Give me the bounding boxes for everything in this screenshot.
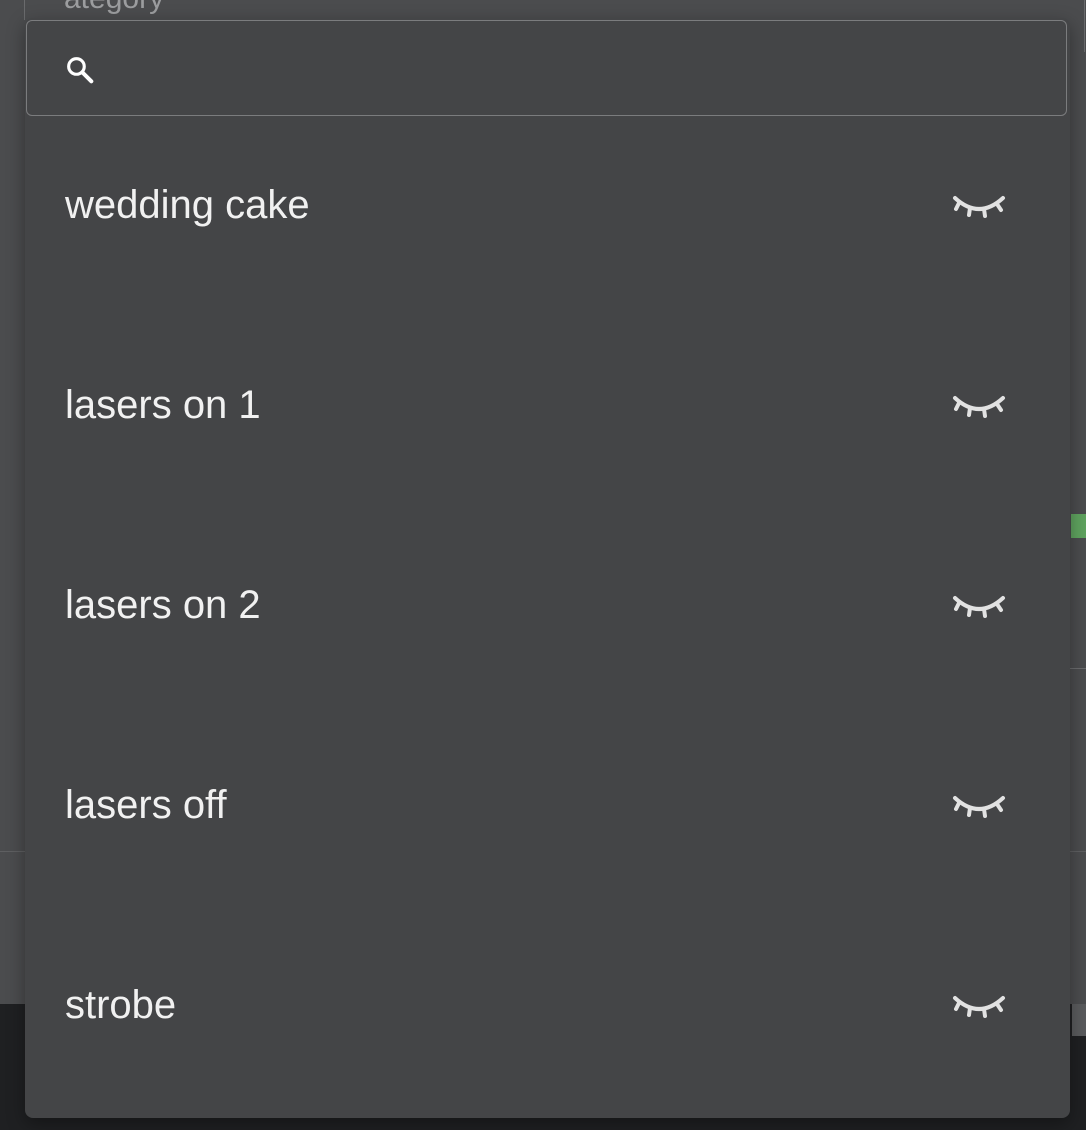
eye-closed-icon[interactable] — [951, 988, 1007, 1022]
list-item[interactable]: wedding cake — [25, 118, 1070, 318]
status-indicator — [1071, 514, 1086, 538]
item-label: strobe — [65, 983, 177, 1027]
item-label: lasers on 1 — [65, 383, 261, 427]
scrollbar[interactable] — [1072, 1004, 1086, 1036]
list-item[interactable]: strobe — [25, 918, 1070, 1118]
divider — [1084, 0, 1085, 52]
search-icon — [67, 57, 94, 84]
list-item[interactable]: lasers on 1 — [25, 318, 1070, 518]
item-label: wedding cake — [65, 183, 310, 227]
search-input[interactable] — [113, 41, 1037, 99]
eye-closed-icon[interactable] — [951, 388, 1007, 422]
search-field[interactable] — [26, 20, 1067, 116]
list-item[interactable]: lasers on 2 — [25, 518, 1070, 718]
list-item[interactable]: lasers off — [25, 718, 1070, 918]
divider — [1070, 668, 1086, 669]
scene-select-dropdown[interactable]: wedding cake lasers on 1 lasers on 2 las… — [25, 18, 1070, 1118]
divider — [24, 0, 25, 20]
partially-hidden-field-label: ategory — [64, 0, 164, 16]
option-list: wedding cake lasers on 1 lasers on 2 las… — [25, 118, 1070, 1118]
eye-closed-icon[interactable] — [951, 588, 1007, 622]
eye-closed-icon[interactable] — [951, 188, 1007, 222]
item-label: lasers on 2 — [65, 583, 261, 627]
eye-closed-icon[interactable] — [951, 788, 1007, 822]
item-label: lasers off — [65, 783, 227, 827]
